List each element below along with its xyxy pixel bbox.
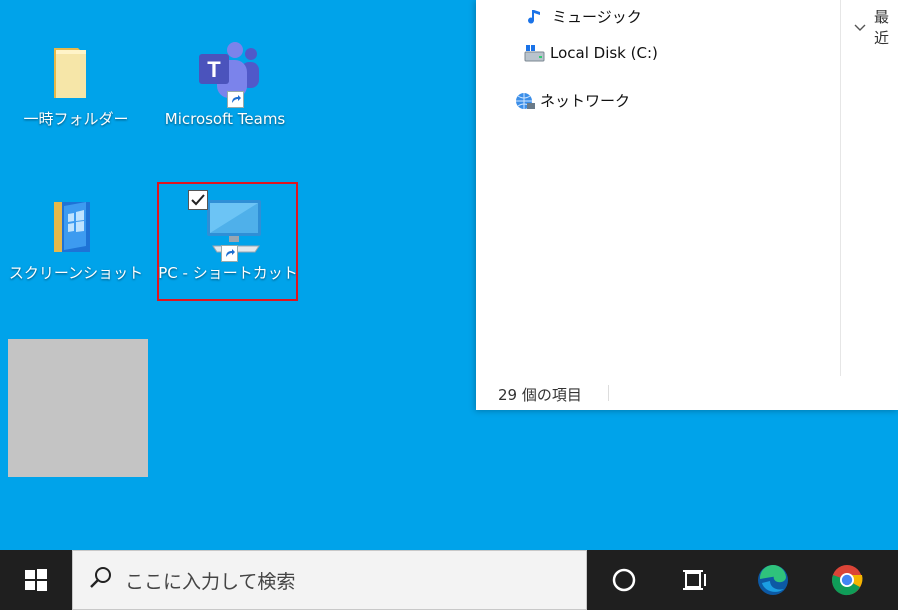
desktop-icon-temp-folder[interactable]: 一時フォルダー bbox=[6, 40, 146, 128]
nav-item-network[interactable]: ネットワーク bbox=[514, 90, 630, 111]
placeholder-image bbox=[8, 339, 148, 477]
teams-icon: T bbox=[193, 40, 259, 108]
taskbar: ここに入力して検索 bbox=[0, 550, 898, 610]
navigation-pane: ミュージック Local Disk (C:) ネットワーク bbox=[476, 0, 841, 376]
desktop-icon-label: スクリーンショット bbox=[8, 264, 144, 282]
edge-icon bbox=[758, 564, 788, 595]
group-header-label: 最近 bbox=[874, 8, 890, 47]
chevron-down-icon bbox=[854, 18, 866, 36]
folder-icon bbox=[44, 194, 108, 258]
search-icon bbox=[89, 566, 113, 594]
pane-divider bbox=[840, 0, 841, 376]
desktop: 一時フォルダー T Microsoft Teams スクリーンショット PC -… bbox=[0, 0, 898, 550]
nav-item-local-disk[interactable]: Local Disk (C:) bbox=[524, 43, 658, 63]
taskbar-search-box[interactable]: ここに入力して検索 bbox=[72, 550, 587, 610]
task-view-button[interactable] bbox=[670, 550, 720, 610]
nav-item-label: ミュージック bbox=[552, 8, 642, 26]
chrome-button[interactable] bbox=[822, 550, 872, 610]
folder-icon bbox=[44, 40, 108, 104]
recent-group-header[interactable]: 最近 bbox=[854, 6, 898, 48]
nav-item-label: ネットワーク bbox=[540, 92, 631, 110]
cortana-icon bbox=[612, 568, 636, 592]
music-note-icon bbox=[526, 7, 546, 27]
start-button[interactable] bbox=[0, 550, 72, 610]
svg-text:T: T bbox=[207, 57, 221, 82]
chrome-icon bbox=[832, 565, 863, 596]
desktop-icon-label: Microsoft Teams bbox=[164, 110, 286, 128]
desktop-icon-screenshot-folder[interactable]: スクリーンショット bbox=[6, 194, 146, 282]
task-view-icon bbox=[683, 570, 706, 590]
edge-button[interactable] bbox=[748, 550, 798, 610]
shortcut-arrow-icon bbox=[227, 91, 244, 108]
selection-highlight-frame bbox=[157, 182, 298, 301]
status-separator bbox=[608, 385, 609, 401]
nav-item-label: Local Disk (C:) bbox=[550, 44, 658, 62]
nav-item-music[interactable]: ミュージック bbox=[526, 6, 642, 27]
desktop-icon-label: 一時フォルダー bbox=[23, 110, 129, 128]
status-bar: 29 個の項目 bbox=[476, 376, 898, 410]
desktop-icon-teams[interactable]: T Microsoft Teams bbox=[155, 40, 295, 128]
item-count: 29 個の項目 bbox=[498, 386, 582, 404]
file-explorer-window: ミュージック Local Disk (C:) ネットワーク 最近 29 個の項目 bbox=[476, 0, 898, 410]
windows-logo-icon bbox=[25, 569, 47, 591]
drive-icon bbox=[524, 43, 545, 63]
search-placeholder: ここに入力して検索 bbox=[125, 570, 296, 593]
selection-checkbox[interactable] bbox=[188, 190, 208, 210]
network-icon bbox=[514, 91, 535, 111]
cortana-button[interactable] bbox=[599, 550, 649, 610]
